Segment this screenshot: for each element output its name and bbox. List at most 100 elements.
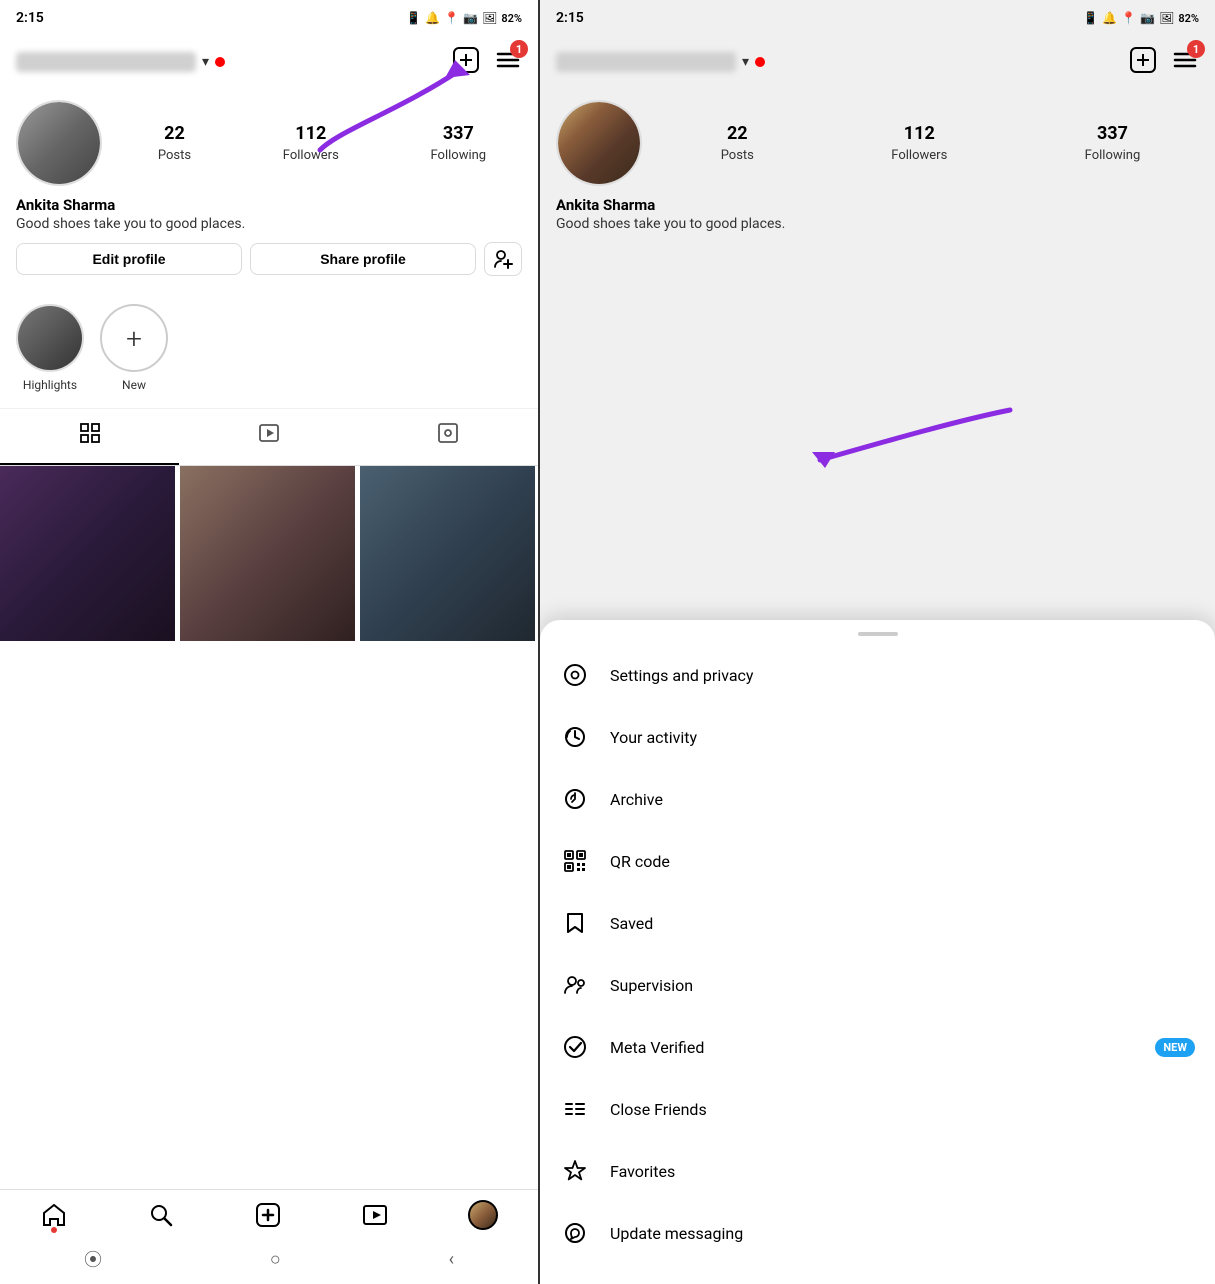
tab-reels[interactable] [179,409,358,465]
new-highlight-label: New [122,378,146,392]
stat-followers-right[interactable]: 112 Followers [891,123,947,163]
status-icons-right: 📱 🔔 📍 📷 🖼 82% [1083,11,1199,25]
edit-profile-button[interactable]: Edit profile [16,243,242,275]
notification-badge-right: 1 [1187,40,1205,58]
online-dot-left [215,57,225,67]
username-blur-right [556,52,736,72]
saved-icon [560,908,590,938]
profile-avatar-nav [468,1200,498,1230]
phone-left: 2:15 📱 🔔 📍 📷 🖼 82% ▾ [0,0,540,1284]
profile-section-left: 22 Posts 112 Followers 337 Following Ank… [0,88,538,288]
grid-item-2[interactable] [180,466,355,641]
grid-item-3[interactable] [360,466,535,641]
settings-icon [560,660,590,690]
profile-top-right: 22 Posts 112 Followers 337 Following [556,100,1199,186]
grid-content-left [0,466,538,641]
menu-item-favorites[interactable]: Favorites [540,1140,1215,1202]
nav-reels[interactable] [361,1201,389,1229]
status-bar-left: 2:15 📱 🔔 📍 📷 🖼 82% [0,0,538,36]
nav-search[interactable] [147,1201,175,1229]
nav-profile[interactable] [468,1200,498,1230]
menu-item-settings[interactable]: Settings and privacy [540,644,1215,706]
phone-right: 2:15 📱 🔔 📍 📷 🖼 82% ▾ [540,0,1215,1284]
menu-item-archive[interactable]: Archive [540,768,1215,830]
highlights-row-left: Highlights + New [0,288,538,409]
menu-item-qr[interactable]: QR code [540,830,1215,892]
profile-bio-right: Good shoes take you to good places. [556,216,1199,232]
add-post-button-right[interactable] [1129,46,1157,78]
nav-icons-left: 1 [452,46,522,78]
stat-following-right[interactable]: 337 Following [1085,123,1141,163]
top-nav-left: ▾ 1 [0,36,538,88]
top-nav-right: ▾ 1 [540,36,1215,88]
online-dot-right [755,57,765,67]
menu-item-friends[interactable]: Close Friends [540,1078,1215,1140]
avatar-right[interactable] [556,100,642,186]
favorites-icon [560,1156,590,1186]
activity-icon [560,722,590,752]
saved-label: Saved [610,914,1195,933]
nav-home[interactable] [40,1201,68,1229]
avatar-left[interactable] [16,100,102,186]
meta-icon [560,1032,590,1062]
new-badge: NEW [1155,1038,1195,1057]
menu-button-left[interactable]: 1 [494,46,522,78]
menu-item-messaging[interactable]: Update messaging [540,1202,1215,1264]
bottom-sheet: Settings and privacy Your activity [540,620,1215,1284]
bottom-nav-left [0,1189,538,1240]
dropdown-arrow-right[interactable]: ▾ [742,54,749,70]
stats-right: 22 Posts 112 Followers 337 Following [662,123,1199,163]
action-buttons-left: Edit profile Share profile [16,242,522,276]
dropdown-arrow-left[interactable]: ▾ [202,54,209,70]
add-person-button[interactable] [484,242,522,276]
stat-posts-left: 22 Posts [158,123,191,163]
nav-icons-right: 1 [1129,46,1199,78]
status-icons-left: 📱 🔔 📍 📷 🖼 82% [406,11,522,25]
stat-following-left[interactable]: 337 Following [431,123,487,163]
menu-item-saved[interactable]: Saved [540,892,1215,954]
android-back-icon: ‹ [449,1249,454,1270]
home-active-dot [51,1227,57,1233]
activity-label: Your activity [610,728,1195,747]
friends-label: Close Friends [610,1100,1195,1119]
meta-label: Meta Verified [610,1038,1135,1057]
username-bar-left[interactable]: ▾ [16,52,225,72]
friends-icon [560,1094,590,1124]
tab-tagged[interactable] [359,409,538,465]
arrow-settings [740,380,1040,500]
highlights-label: Highlights [23,378,77,392]
tab-grid[interactable] [0,409,179,465]
notification-badge-left: 1 [510,40,528,58]
sheet-handle [858,632,898,636]
stat-followers-left[interactable]: 112 Followers [283,123,339,163]
supervision-icon [560,970,590,1000]
grid-icon [78,421,102,451]
favorites-label: Favorites [610,1162,1195,1181]
status-bar-right: 2:15 📱 🔔 📍 📷 🖼 82% [540,0,1215,36]
menu-item-activity[interactable]: Your activity [540,706,1215,768]
profile-section-right: 22 Posts 112 Followers 337 Following Ank… [540,88,1215,232]
menu-item-supervision[interactable]: Supervision [540,954,1215,1016]
reels-icon [257,421,281,451]
username-bar-right[interactable]: ▾ [556,52,765,72]
messaging-label: Update messaging [610,1224,1195,1243]
android-menu-icon: ⦿ [84,1246,102,1272]
username-blur-left [16,52,196,72]
qr-label: QR code [610,852,1195,871]
android-nav-left: ⦿ ○ ‹ [0,1238,538,1284]
tagged-icon [436,421,460,451]
avatar-img-right [558,102,640,184]
android-home-icon: ○ [270,1249,281,1270]
highlights-item[interactable]: Highlights [16,304,84,392]
new-highlight-item[interactable]: + New [100,304,168,392]
menu-button-right[interactable]: 1 [1171,46,1199,78]
add-post-button[interactable] [452,46,480,78]
grid-item-1[interactable] [0,466,175,641]
highlights-circle [16,304,84,372]
tab-row-left [0,409,538,466]
nav-add[interactable] [254,1201,282,1229]
profile-name-right: Ankita Sharma [556,196,1199,214]
time-right: 2:15 [556,10,584,26]
menu-item-meta[interactable]: Meta Verified NEW [540,1016,1215,1078]
share-profile-button[interactable]: Share profile [250,243,476,275]
